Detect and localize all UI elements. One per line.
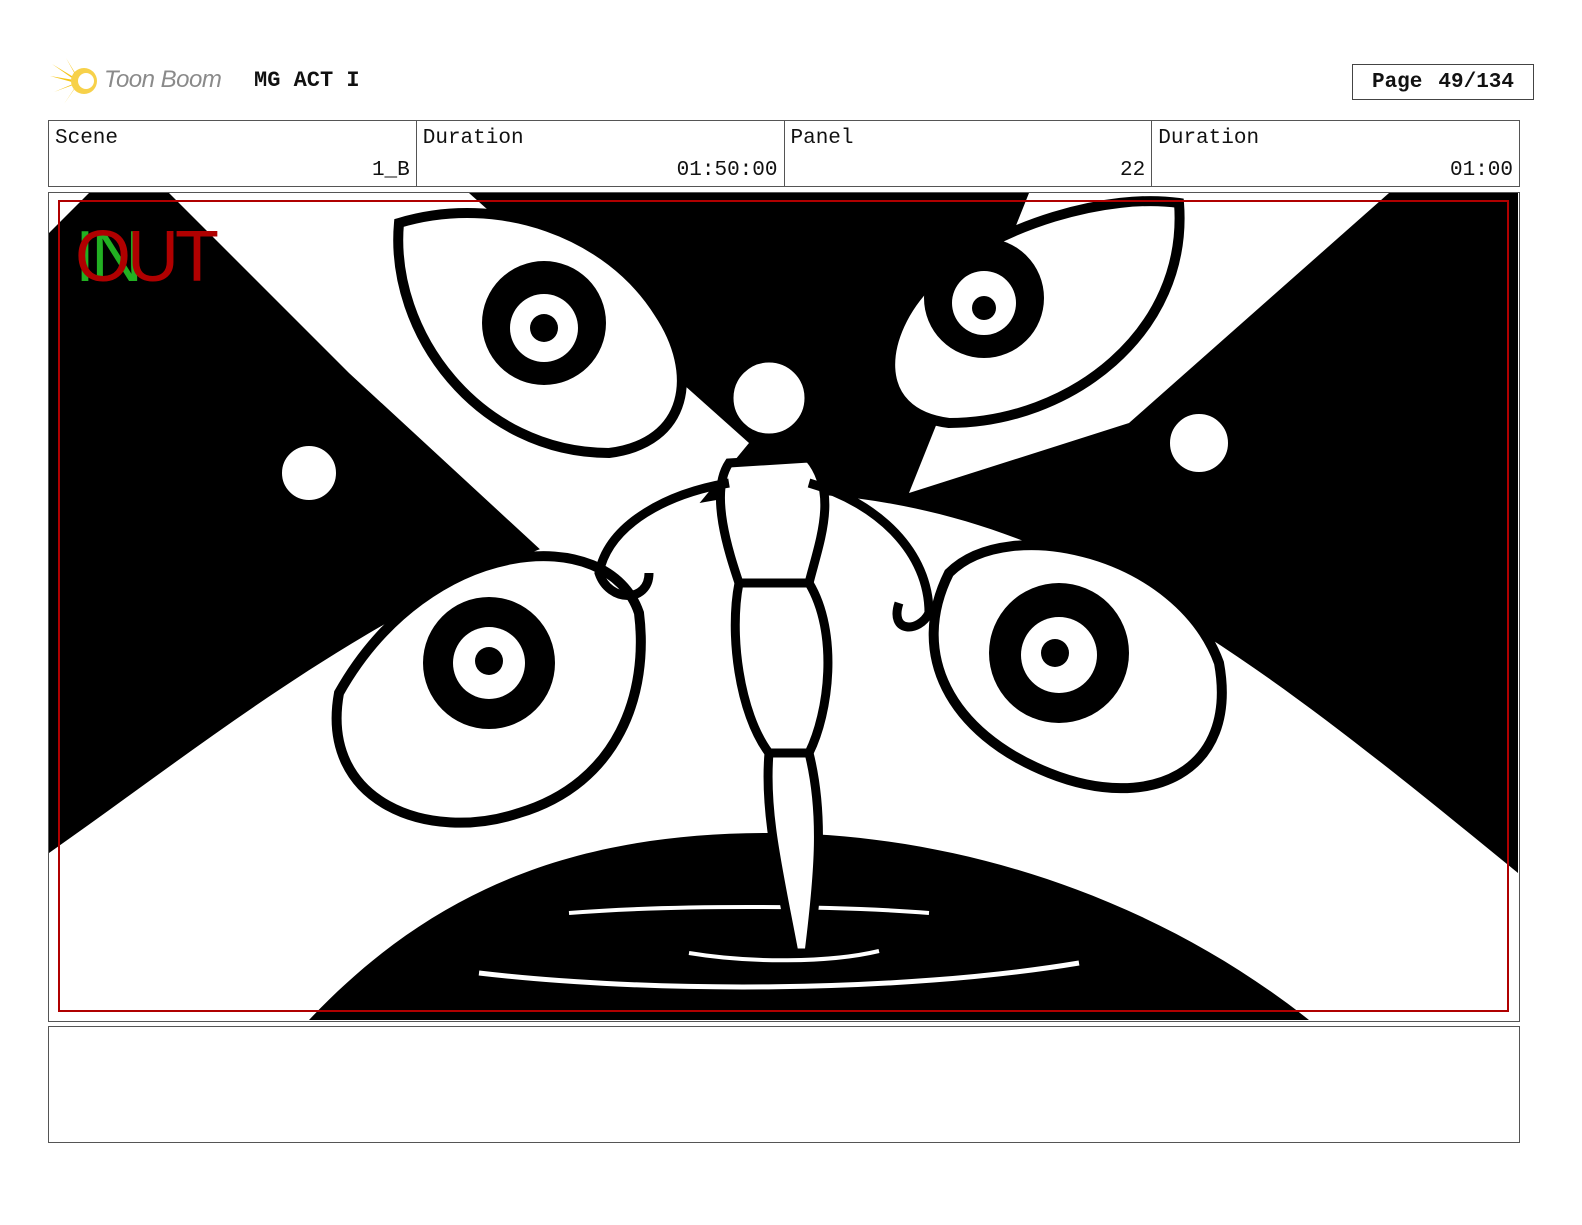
scene-duration-cell: Duration 01:50:00	[417, 121, 785, 186]
panel-label: Panel	[790, 127, 854, 150]
panel-value: 22	[1120, 159, 1146, 182]
page-number: 49/134	[1438, 70, 1515, 94]
panel-duration-value: 01:00	[1449, 159, 1513, 182]
panel-info-table: Scene 1_B Duration 01:50:00 Panel 22 Dur…	[48, 120, 1520, 187]
panel-cell: Panel 22	[785, 121, 1153, 186]
logo-text: Toon Boom	[104, 66, 222, 93]
panel-notes-box[interactable]	[48, 1026, 1520, 1143]
panel-duration-cell: Duration 01:00	[1152, 121, 1519, 186]
starburst-icon	[50, 58, 97, 104]
storyboard-drawing	[49, 193, 1518, 1020]
project-title: MG ACT I	[254, 68, 360, 93]
page-label: Page	[1371, 70, 1423, 94]
scene-value: 1_B	[371, 159, 410, 182]
page-indicator: Page 49/134	[1352, 64, 1534, 100]
page-header: Toon Boom MG ACT I Page 49/134	[50, 56, 1534, 106]
toon-boom-logo: Toon Boom	[50, 56, 250, 106]
out-marker: OUT	[75, 217, 219, 297]
scene-duration-label: Duration	[422, 127, 524, 150]
scene-label: Scene	[55, 127, 119, 150]
panel-duration-label: Duration	[1158, 127, 1260, 150]
scene-cell: Scene 1_B	[49, 121, 417, 186]
storyboard-panel-image: IN OUT	[48, 192, 1520, 1022]
scene-duration-value: 01:50:00	[676, 159, 778, 182]
